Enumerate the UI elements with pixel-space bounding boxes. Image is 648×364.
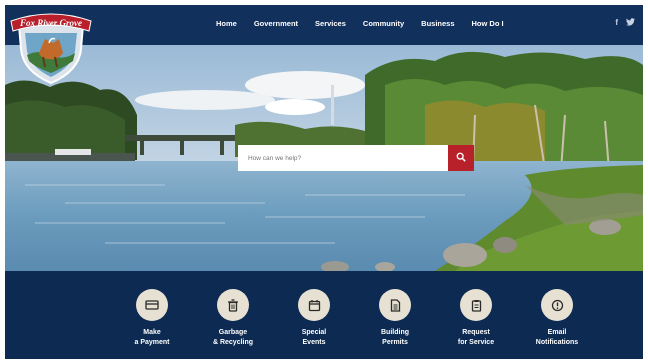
nav-home[interactable]: Home [216,19,237,28]
calendar-icon [298,289,330,321]
nav-business[interactable]: Business [421,19,454,28]
quick-link-special-events[interactable]: Special Events [279,289,349,348]
main-nav: Home Government Services Community Busin… [216,19,521,28]
credit-card-icon [136,289,168,321]
twitter-icon[interactable] [626,18,635,28]
nav-community[interactable]: Community [363,19,404,28]
logo-text: Fox River Grove [19,18,82,28]
document-icon [379,289,411,321]
quick-link-garbage-recycling[interactable]: Garbage & Recycling [198,289,268,348]
search-button[interactable] [448,145,474,171]
search-icon [456,149,466,167]
clipboard-icon [460,289,492,321]
nav-services[interactable]: Services [315,19,346,28]
trash-icon [217,289,249,321]
alert-icon [541,289,573,321]
search-bar [238,145,474,171]
nav-how-do-i[interactable]: How Do I [472,19,504,28]
site-header: Home Government Services Community Busin… [5,5,643,45]
quick-link-email-notifications[interactable]: Email Notifications [522,289,592,348]
nav-government[interactable]: Government [254,19,298,28]
quick-links: Make a Payment Garbage & Recycling Special… [5,271,643,359]
facebook-icon[interactable]: f [615,18,618,28]
page-frame: Home Government Services Community Busin… [5,5,643,359]
social-links: f [615,18,635,28]
search-input[interactable] [238,145,448,171]
site-logo[interactable]: Fox River Grove [9,9,93,87]
quick-link-make-payment[interactable]: Make a Payment [117,289,187,348]
quick-link-building-permits[interactable]: Building Permits [360,289,430,348]
quick-link-request-service[interactable]: Request for Service [441,289,511,348]
